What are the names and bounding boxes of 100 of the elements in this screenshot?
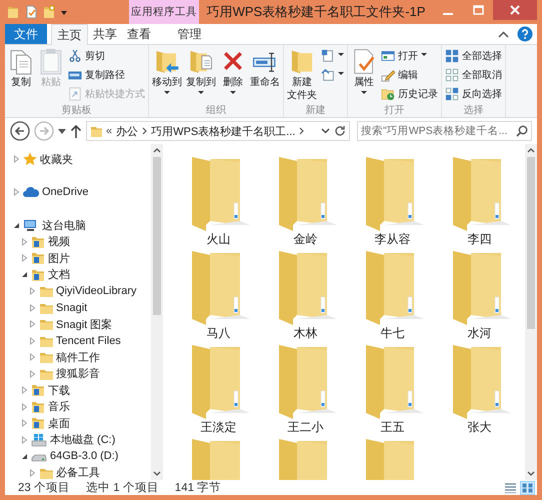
file-name[interactable]: 张大 [468, 419, 492, 435]
nav-item[interactable]: 这台电脑 [23, 218, 86, 233]
close-button[interactable] [493, 0, 537, 20]
up-arrow-icon[interactable] [70, 124, 82, 138]
library-icon [31, 251, 45, 266]
file-name[interactable]: 水河 [468, 325, 492, 341]
selection-size: 141 字节 [174, 480, 222, 495]
folder-icon [39, 317, 53, 332]
nav-item[interactable]: 视频 [31, 234, 70, 250]
overflow-chevron[interactable]: « [106, 125, 112, 137]
ribbon-tab[interactable]: 文件 [5, 24, 47, 44]
ribbon-button[interactable]: 全部选择 [443, 47, 504, 64]
large-icons-view-icon [522, 482, 533, 492]
refresh-icon[interactable] [334, 125, 346, 137]
ribbon-button[interactable]: 全部取消 [443, 66, 504, 83]
folder-pages-icon [188, 48, 214, 75]
maximize-icon [472, 5, 484, 15]
group-label: 剪贴板 [60, 105, 92, 117]
help-icon[interactable] [517, 26, 533, 42]
ribbon-button[interactable]: 复制 [6, 47, 36, 105]
file-name[interactable]: 王二小 [288, 419, 324, 435]
folder-icon[interactable] [7, 5, 19, 19]
address-field[interactable]: « 办公 巧用WPS表格秒建千名职工... [86, 121, 350, 141]
collapse-ribbon-icon[interactable] [498, 30, 509, 38]
nav-item[interactable]: 本地磁盘 (C:) [31, 432, 116, 448]
dropdown-icon[interactable] [58, 128, 66, 134]
file-name[interactable]: 马八 [206, 325, 230, 341]
file-name[interactable]: 李从容 [374, 231, 410, 247]
back-button[interactable] [10, 121, 30, 141]
ribbon-tab[interactable]: 共享 [88, 24, 122, 44]
open-icon [381, 48, 395, 62]
scrollbar[interactable] [151, 144, 163, 480]
scroll-up-icon [527, 147, 535, 153]
expander-icon[interactable] [13, 222, 20, 229]
ribbon-button[interactable]: 属性 [349, 47, 379, 105]
nav-item[interactable]: 收藏夹 [23, 152, 73, 167]
search-icon [516, 125, 528, 137]
ribbon-button[interactable]: 复制路径 [66, 66, 147, 83]
pages-icon [8, 48, 34, 75]
file-name[interactable]: 金岭 [294, 231, 318, 247]
expander-icon[interactable] [21, 271, 28, 278]
library-icon [31, 383, 45, 398]
forward-icon [34, 121, 54, 141]
nav-item[interactable]: 下载 [31, 382, 70, 398]
ribbon-icon-button[interactable]: 新建 文件夹 [285, 47, 319, 105]
scroll-down-icon [527, 471, 535, 477]
ribbon-button[interactable]: 反向选择 [443, 85, 504, 102]
ribbon-button[interactable]: 删除 [218, 47, 248, 105]
scroll-down-icon [153, 471, 161, 477]
ribbon-tab[interactable]: 查看 [122, 24, 156, 44]
minimize-icon [443, 13, 453, 15]
nav-item[interactable]: 必备工具 [39, 465, 100, 480]
folder-icon [90, 124, 102, 138]
file-name[interactable]: 王淡定 [200, 419, 236, 435]
ribbon-button[interactable]: 移动到 [150, 47, 184, 105]
nav-item[interactable]: OneDrive [23, 185, 88, 200]
nav-item[interactable]: 搜狐影音 [39, 366, 100, 382]
button-label: 新建 [292, 77, 312, 88]
computer-icon [23, 218, 39, 232]
dropdown-icon[interactable] [321, 128, 330, 134]
folder-arrow-icon [154, 48, 180, 75]
ribbon-button[interactable]: 重命名 [248, 47, 282, 105]
nav-item[interactable]: Tencent Files [39, 334, 121, 348]
nav-item[interactable]: Snagit 图案 [39, 316, 112, 332]
select-all-icon [445, 48, 459, 62]
file-name[interactable]: 牛七 [380, 325, 404, 341]
ribbon-button[interactable]: 复制到 [184, 47, 218, 105]
nav-item[interactable]: Snagit [39, 300, 88, 315]
file-name[interactable]: 李四 [468, 231, 492, 247]
ribbon-tab[interactable]: 主页 [51, 24, 88, 45]
nav-item[interactable]: 64GB-3.0 (D:) [31, 449, 118, 464]
file-name[interactable]: 王五 [380, 419, 404, 435]
scrollbar[interactable] [525, 144, 537, 480]
search-field[interactable]: 搜索"巧用WPS表格秒建千名... [357, 121, 532, 141]
view-button[interactable] [520, 480, 535, 494]
ribbon-icon-button[interactable] [319, 66, 346, 83]
nav-item[interactable]: 文档 [31, 267, 70, 282]
ribbon-button[interactable]: 剪切 [66, 47, 147, 64]
breadcrumb[interactable]: 巧用WPS表格秒建千名职工... [151, 124, 296, 138]
nav-item[interactable]: 图片 [31, 250, 70, 266]
folder-icon[interactable] [43, 5, 55, 19]
file-name[interactable]: 火山 [206, 231, 230, 247]
nav-item[interactable]: 桌面 [31, 416, 70, 431]
ribbon-button[interactable]: 编辑 [379, 66, 440, 83]
scroll-up-icon [153, 147, 161, 153]
ribbon-button[interactable]: 打开 [379, 47, 440, 64]
nav-item[interactable]: 稿件工作 [39, 350, 100, 365]
history-icon [381, 86, 395, 100]
clipboard-icon [38, 48, 64, 75]
breadcrumb[interactable]: 办公 [116, 124, 138, 138]
file-name[interactable]: 木林 [294, 325, 318, 341]
ribbon-button[interactable]: 历史记录 [379, 85, 440, 102]
expander-icon[interactable] [21, 452, 28, 460]
drive-icon [31, 432, 47, 447]
ribbon-icon-button[interactable] [319, 47, 346, 64]
nav-item[interactable]: 音乐 [31, 399, 70, 414]
page-icon[interactable] [25, 5, 37, 19]
selection-count: 选中 1 个项目 [86, 480, 159, 495]
nav-item[interactable]: QiyiVideoLibrary [39, 284, 137, 298]
ribbon-tab[interactable]: 管理 [156, 24, 223, 44]
